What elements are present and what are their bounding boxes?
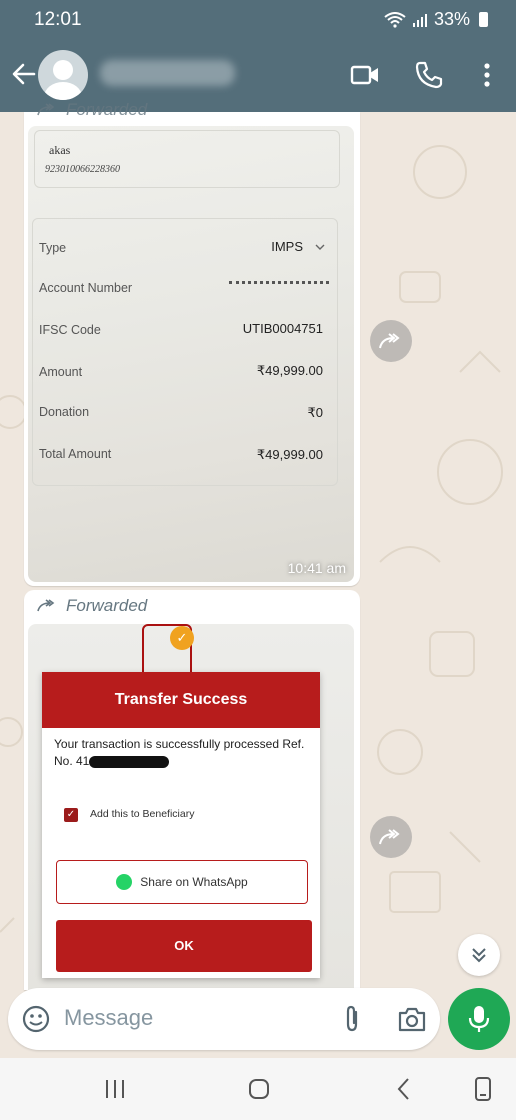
system-nav-bar — [0, 1058, 516, 1120]
contact-name[interactable] — [100, 60, 235, 86]
emoji-icon[interactable] — [22, 1005, 50, 1033]
avatar[interactable] — [38, 50, 88, 100]
status-icons: 33% — [384, 9, 488, 30]
double-chevron-down-icon — [472, 948, 486, 963]
home-icon[interactable] — [244, 1074, 274, 1104]
check-icon: ✓ — [170, 626, 194, 650]
forward-icon — [37, 103, 55, 116]
keyboard-toggle-icon[interactable] — [468, 1074, 498, 1104]
more-vert-icon[interactable] — [472, 60, 502, 90]
transfer-details-card: Type IMPS Account Number IFSC Code UTIB0… — [32, 218, 338, 486]
battery-icon — [479, 12, 488, 27]
signal-icon — [412, 13, 427, 27]
row-label-type: Type — [39, 241, 67, 255]
wifi-icon — [384, 11, 406, 28]
message-composer[interactable]: Message — [8, 988, 440, 1050]
message-input[interactable]: Message — [64, 1005, 153, 1031]
message-timestamp: 10:41 am — [287, 560, 346, 576]
row-value-amount: ₹49,999.00 — [256, 363, 323, 378]
row-value-total-amount: ₹49,999.00 — [256, 447, 323, 462]
transfer-success-dialog: Transfer Success Your transaction is suc… — [42, 672, 320, 978]
row-label-total-amount: Total Amount — [39, 447, 112, 461]
row-label-ifsc: IFSC Code — [39, 323, 101, 337]
forwarded-label: Forwarded — [36, 596, 147, 616]
row-label-donation: Donation — [39, 405, 90, 419]
checkbox: ✓ — [64, 808, 78, 822]
row-value-ifsc: UTIB0004751 — [242, 321, 323, 336]
share-whatsapp-button: Share on WhatsApp — [56, 860, 308, 904]
row-value-donation: ₹0 — [307, 405, 323, 420]
checkbox-label: Add this to Beneficiary — [90, 808, 195, 820]
video-call-icon[interactable] — [350, 60, 380, 90]
row-value-type: IMPS — [271, 239, 303, 254]
account-number: 923010066228360 — [45, 164, 120, 175]
whatsapp-icon — [116, 874, 133, 890]
mic-icon — [468, 1006, 490, 1032]
forwarded-label: Forwarded — [36, 100, 147, 120]
account-name: akas — [49, 143, 71, 157]
battery-percent: 33% — [433, 9, 470, 29]
ok-button: OK — [56, 920, 312, 972]
redacted-ref — [89, 755, 170, 768]
account-card: akas 923010066228360 — [34, 130, 340, 188]
dialog-message: Your transaction is successfully process… — [54, 737, 305, 768]
mic-button[interactable] — [448, 988, 510, 1050]
row-label-amount: Amount — [39, 365, 83, 379]
forward-icon — [379, 829, 400, 845]
camera-icon[interactable] — [396, 1004, 428, 1034]
scroll-to-bottom-button[interactable] — [458, 934, 500, 976]
arrow-left-icon[interactable] — [10, 60, 38, 88]
row-label-account-number: Account Number — [39, 281, 133, 295]
forward-button[interactable] — [370, 816, 412, 858]
transfer-details-photo[interactable]: akas 923010066228360 Type IMPS Account N… — [28, 126, 354, 582]
masked-account-number — [229, 281, 329, 287]
forward-icon — [379, 333, 400, 349]
chevron-down-icon — [315, 244, 325, 250]
dialog-title: Transfer Success — [42, 672, 320, 728]
paperclip-icon[interactable] — [338, 1004, 366, 1034]
message-bubble[interactable]: Forwarded akas 923010066228360 Type IMPS… — [24, 100, 360, 586]
back-nav-icon[interactable] — [390, 1074, 420, 1104]
message-bubble[interactable]: Forwarded ✓ Transfer Success Your transa… — [24, 590, 360, 990]
recent-apps-icon[interactable] — [100, 1074, 130, 1104]
status-time: 12:01 — [34, 9, 82, 30]
forward-button[interactable] — [370, 320, 412, 362]
transfer-success-photo[interactable]: ✓ Transfer Success Your transaction is s… — [28, 624, 354, 990]
phone-icon[interactable] — [414, 60, 444, 90]
forward-icon — [37, 599, 55, 612]
status-bar: 12:01 33% — [0, 0, 516, 40]
